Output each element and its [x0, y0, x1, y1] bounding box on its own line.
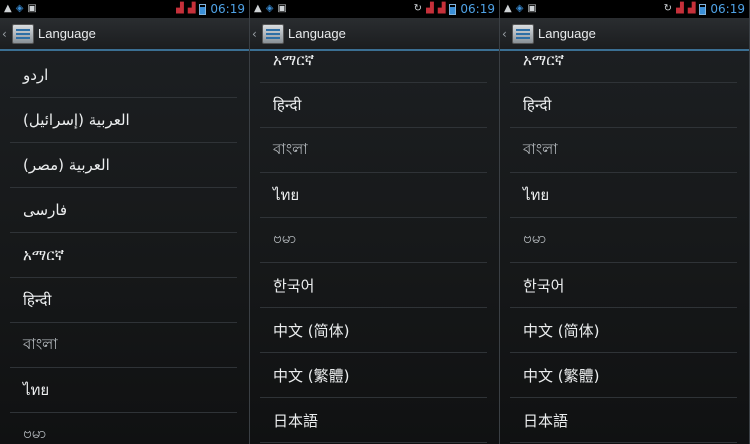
shield-icon: ◈ [15, 3, 24, 14]
sync-icon: ↻ [413, 3, 422, 14]
page-title: Language [38, 26, 96, 41]
warning-icon: ▲ [4, 3, 12, 14]
language-item[interactable]: اردو [10, 53, 237, 98]
battery-icon [199, 3, 207, 15]
signal-icon: ▟ [437, 3, 446, 14]
language-item[interactable]: हिन्दी [10, 278, 237, 323]
language-item[interactable]: हिन्दी [260, 83, 487, 128]
language-item[interactable]: ဗမာ [510, 218, 737, 263]
language-item[interactable]: ไทย [510, 173, 737, 218]
sync-icon: ↻ [663, 3, 672, 14]
battery-icon [699, 3, 707, 15]
language-screen-2: ▲ ◈ ▣ ↻ ▟ ▟ 06:19 ‹ Language አማርኛ हिन्दी… [250, 0, 500, 444]
language-item[interactable]: ไทย [260, 173, 487, 218]
language-item[interactable]: বাংলা [10, 323, 237, 368]
back-chevron-icon[interactable]: ‹ [2, 27, 10, 41]
status-bar: ▲ ◈ ▣ ▟ ▟ 06:19 [0, 0, 249, 18]
shield-icon: ◈ [515, 3, 524, 14]
image-icon: ▣ [27, 3, 37, 14]
language-screen-1: ▲ ◈ ▣ ▟ ▟ 06:19 ‹ Language اردو العربية … [0, 0, 250, 444]
signal-icon: ▟ [687, 3, 696, 14]
language-item[interactable]: 한국어 [260, 263, 487, 308]
language-item[interactable]: 日本語 [510, 398, 737, 443]
language-item[interactable]: አማርኛ [510, 38, 737, 83]
language-list: አማርኛ हिन्दी বাংলা ไทย ဗမာ 한국어 中文 (简体) 中文… [500, 38, 749, 443]
language-item[interactable]: 中文 (繁體) [510, 353, 737, 398]
image-icon: ▣ [527, 3, 537, 14]
language-item[interactable]: 日本語 [260, 398, 487, 443]
language-item[interactable]: ဗမာ [260, 218, 487, 263]
language-item[interactable]: বাংলা [510, 128, 737, 173]
language-item[interactable]: 한국어 [510, 263, 737, 308]
language-item[interactable]: हिन्दी [510, 83, 737, 128]
status-time: 06:19 [210, 2, 245, 16]
language-item[interactable]: 中文 (简体) [260, 308, 487, 353]
image-icon: ▣ [277, 3, 287, 14]
signal-icon: ▟ [676, 3, 684, 14]
settings-app-icon[interactable] [12, 23, 34, 44]
language-item[interactable]: 中文 (繁體) [260, 353, 487, 398]
language-item[interactable]: العربية (مصر) [10, 143, 237, 188]
language-item[interactable]: ไทย [10, 368, 237, 413]
warning-icon: ▲ [254, 3, 262, 14]
language-item[interactable]: فارسی [10, 188, 237, 233]
status-time: 06:19 [710, 2, 745, 16]
warning-icon: ▲ [504, 3, 512, 14]
language-item[interactable]: አማርኛ [260, 38, 487, 83]
status-bar: ▲ ◈ ▣ ↻ ▟ ▟ 06:19 [500, 0, 749, 18]
language-item[interactable]: አማርኛ [10, 233, 237, 278]
language-list: اردو العربية (إسرائيل) العربية (مصر) فار… [0, 53, 249, 444]
language-item[interactable]: 中文 (简体) [510, 308, 737, 353]
signal-icon: ▟ [426, 3, 434, 14]
action-bar[interactable]: ‹ Language [0, 18, 249, 51]
status-time: 06:19 [460, 2, 495, 16]
language-screen-3: ▲ ◈ ▣ ↻ ▟ ▟ 06:19 ‹ Language አማርኛ हिन्दी… [500, 0, 750, 444]
language-item[interactable]: العربية (إسرائيل) [10, 98, 237, 143]
language-item[interactable]: বাংলা [260, 128, 487, 173]
shield-icon: ◈ [265, 3, 274, 14]
language-list: አማርኛ हिन्दी বাংলা ไทย ဗမာ 한국어 中文 (简体) 中文… [250, 38, 499, 443]
status-bar: ▲ ◈ ▣ ↻ ▟ ▟ 06:19 [250, 0, 499, 18]
signal-icon: ▟ [187, 3, 196, 14]
signal-icon: ▟ [176, 3, 184, 14]
battery-icon [449, 3, 457, 15]
language-item[interactable]: ဗမာ [10, 413, 237, 444]
